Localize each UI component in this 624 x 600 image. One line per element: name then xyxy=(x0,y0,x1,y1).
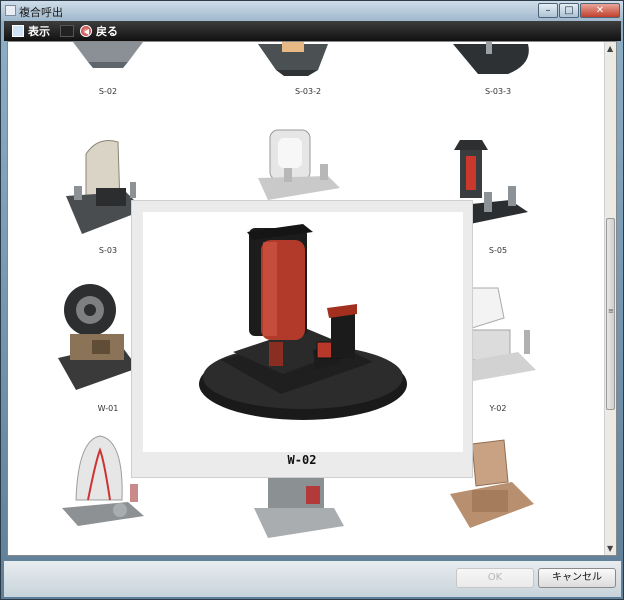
tombstone-preview-icon xyxy=(199,224,407,420)
window-controls: – □ ✕ xyxy=(537,3,620,18)
ok-button[interactable]: OK xyxy=(456,568,534,588)
scroll-grip-icon: ≡ xyxy=(608,307,614,315)
preview-popup: W-02 xyxy=(131,200,473,478)
tombstone-dark-icon xyxy=(258,42,328,76)
title-bar: 複合呼出 – □ ✕ xyxy=(1,1,623,21)
scroll-up-arrow-icon[interactable]: ▲ xyxy=(607,44,613,53)
grid-item[interactable]: S-02 xyxy=(48,42,168,144)
toolbar: 表示 戻る xyxy=(4,21,621,41)
back-button[interactable]: 戻る xyxy=(80,23,118,39)
button-bar: OK キャンセル xyxy=(4,561,621,597)
view-label: 表示 xyxy=(28,25,50,38)
tombstone-gray-red-icon xyxy=(254,476,344,538)
grid-item[interactable] xyxy=(248,472,368,555)
view-icon xyxy=(12,25,24,37)
maximize-button[interactable]: □ xyxy=(559,3,579,18)
back-icon xyxy=(80,25,92,37)
preview-image-frame xyxy=(143,212,463,452)
tombstone-gray-icon xyxy=(73,42,143,68)
grid-item[interactable]: S-03-3 xyxy=(438,42,558,144)
window-title: 複合呼出 xyxy=(19,6,63,19)
dialog-window: 複合呼出 – □ ✕ 表示 戻る S-02 S-03-2 S-03-3 S-03… xyxy=(0,0,624,600)
close-button[interactable]: ✕ xyxy=(580,3,620,18)
preview-name: W-02 xyxy=(287,453,317,467)
vertical-scrollbar[interactable]: ▲ ≡ ▼ xyxy=(604,42,616,555)
item-label: S-03-3 xyxy=(484,87,512,96)
scroll-down-arrow-icon[interactable]: ▼ xyxy=(607,544,613,553)
tombstone-black-icon xyxy=(453,42,529,74)
cancel-button[interactable]: キャンセル xyxy=(538,568,616,588)
view-button[interactable]: 表示 xyxy=(12,23,50,39)
item-label: S-02 xyxy=(98,87,118,96)
minimize-button[interactable]: – xyxy=(538,3,558,18)
scroll-thumb[interactable]: ≡ xyxy=(606,218,615,410)
tombstone-white-icon xyxy=(258,129,340,200)
toolbar-separator xyxy=(60,25,74,37)
app-icon xyxy=(5,5,16,16)
item-label: S-03-2 xyxy=(294,87,322,96)
back-label: 戻る xyxy=(96,25,118,38)
